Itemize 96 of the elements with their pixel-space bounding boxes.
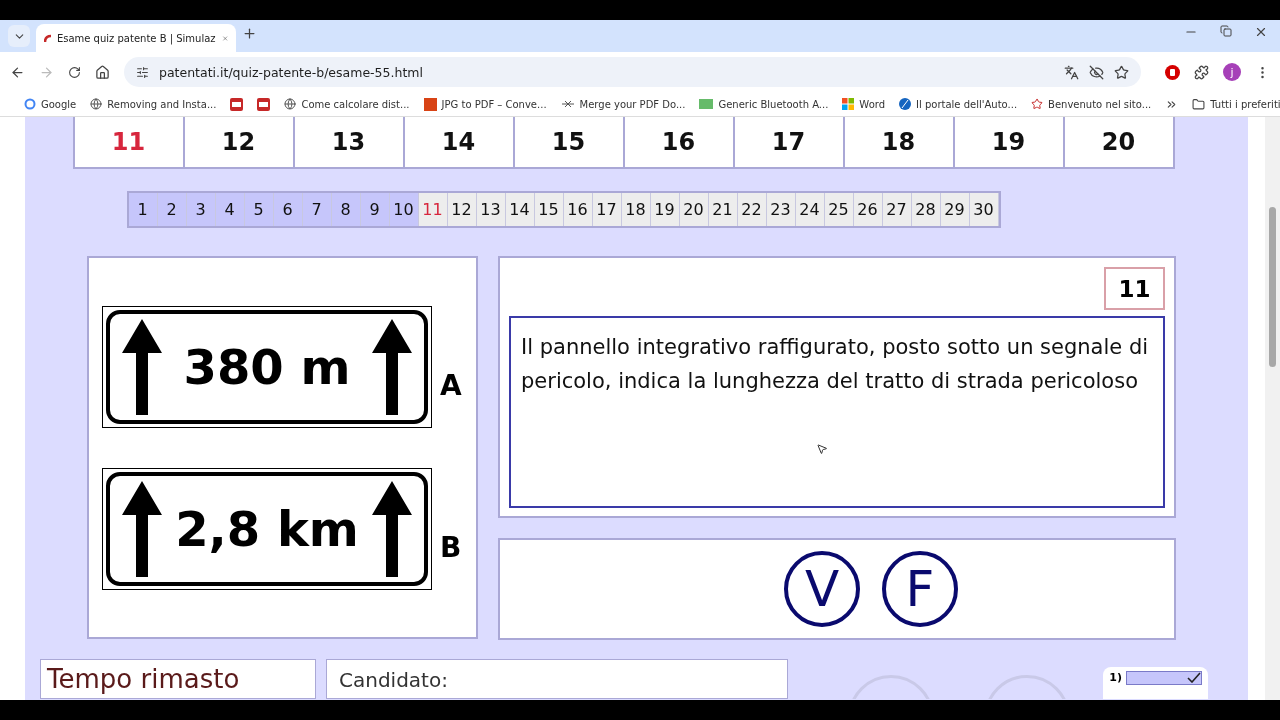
pager-item[interactable]: 23 <box>766 193 796 226</box>
pager-item[interactable]: 4 <box>215 193 245 226</box>
extensions-icon[interactable] <box>1194 64 1209 80</box>
pager-item[interactable]: 27 <box>882 193 912 226</box>
document-icon <box>257 97 271 111</box>
eye-off-icon[interactable] <box>1089 64 1104 80</box>
bookmark-link[interactable]: Google <box>41 98 77 110</box>
restore-icon[interactable] <box>1220 24 1232 37</box>
pager-item[interactable]: 24 <box>795 193 825 226</box>
timer-label: Tempo rimasto <box>40 659 316 699</box>
bookmark-link[interactable]: Word <box>859 98 886 110</box>
tab-title: Esame quiz patente B | Simulaz <box>56 32 216 44</box>
pager-item[interactable]: 5 <box>244 193 274 226</box>
bookmark-folder[interactable]: Tutti i preferiti <box>1210 98 1280 110</box>
star-icon <box>1031 98 1044 110</box>
arrow-up-icon <box>122 480 162 577</box>
folder-icon[interactable] <box>1192 97 1206 111</box>
answer-button[interactable]: F <box>882 551 958 627</box>
pager-item[interactable]: 3 <box>186 193 216 226</box>
document-icon <box>423 97 437 111</box>
bookmark-link[interactable]: Merge your PDF Do... <box>579 98 686 110</box>
home-icon[interactable] <box>95 64 110 80</box>
bookmark-link[interactable]: Benvenuto nel sito... <box>1048 98 1152 110</box>
document-icon <box>230 97 244 111</box>
pager-item[interactable]: 29 <box>940 193 970 226</box>
summary-index: 1) <box>1109 671 1122 684</box>
pager-item[interactable]: 9 <box>360 193 390 226</box>
pager-item[interactable]: 8 <box>331 193 361 226</box>
translate-icon[interactable] <box>1064 64 1079 80</box>
pager-item[interactable]: 18 <box>621 193 651 226</box>
question-number: 11 <box>1104 267 1165 310</box>
browser-tab[interactable]: Esame quiz patente B | Simulaz <box>36 24 236 52</box>
pager-item[interactable]: 25 <box>824 193 854 226</box>
question-number-tab[interactable]: 11 <box>72 117 185 169</box>
pager-item[interactable]: 15 <box>534 193 564 226</box>
windows-logo-icon <box>842 98 855 110</box>
pager-item[interactable]: 22 <box>737 193 767 226</box>
pager-item[interactable]: 16 <box>563 193 593 226</box>
question-number-tab[interactable]: 18 <box>844 117 955 169</box>
site-settings-icon[interactable] <box>136 65 149 79</box>
question-number-tab[interactable]: 17 <box>734 117 845 169</box>
stop-hand-icon[interactable] <box>1165 64 1180 80</box>
bookmark-link[interactable]: Il portale dell'Auto... <box>916 98 1018 110</box>
mouse-cursor-icon <box>816 443 828 455</box>
sign-text: 380 m <box>183 338 351 395</box>
image-icon <box>699 99 714 109</box>
pager-item[interactable]: 14 <box>505 193 535 226</box>
pager-item[interactable]: 11 <box>418 193 448 226</box>
scrollbar[interactable] <box>1265 117 1280 700</box>
pager-item[interactable]: 17 <box>592 193 622 226</box>
profile-avatar[interactable]: j <box>1223 63 1241 81</box>
pager-item[interactable]: 28 <box>911 193 941 226</box>
question-text: Il pannello integrativo raffigurato, posto sotto un segnale di pericolo, indica la lunghezza del tratto di strada pericoloso <box>509 316 1165 508</box>
candidate-label: Candidato: <box>326 659 788 699</box>
pager-item[interactable]: 26 <box>853 193 883 226</box>
pager-item[interactable]: 21 <box>708 193 738 226</box>
pager-item[interactable]: 10 <box>389 193 419 226</box>
question-number-tab[interactable]: 15 <box>514 117 625 169</box>
arrow-up-icon <box>372 318 412 415</box>
pager-item[interactable]: 20 <box>679 193 709 226</box>
url-text: patentati.it/quiz-patente-b/esame-55.html <box>159 64 424 80</box>
merge-icon <box>560 99 575 109</box>
bookmark-star-icon[interactable] <box>1114 64 1129 80</box>
pager-item[interactable]: 1 <box>128 193 158 226</box>
question-number-tab[interactable]: 14 <box>404 117 515 169</box>
question-number-tab[interactable]: 16 <box>624 117 735 169</box>
address-bar[interactable]: patentati.it/quiz-patente-b/esame-55.html <box>124 57 1141 87</box>
new-tab-icon[interactable] <box>242 26 257 41</box>
pager-item[interactable]: 6 <box>273 193 303 226</box>
bookmark-link[interactable]: Come calcolare dist... <box>301 98 410 110</box>
back-icon[interactable] <box>10 64 25 80</box>
bookmark-link[interactable]: Generic Bluetooth A... <box>718 98 829 110</box>
feather-icon <box>899 98 912 110</box>
answer-button[interactable]: V <box>784 551 860 627</box>
pager-item[interactable]: 19 <box>650 193 680 226</box>
pager-item[interactable]: 13 <box>476 193 506 226</box>
check-icon <box>1187 672 1201 683</box>
question-number-tab[interactable]: 20 <box>1064 117 1175 169</box>
bookmark-link[interactable]: JPG to PDF – Conve... <box>441 98 547 110</box>
google-icon <box>24 98 36 110</box>
question-number-tab[interactable]: 12 <box>184 117 295 169</box>
question-number-tab[interactable]: 19 <box>954 117 1065 169</box>
sign-label: B <box>440 530 462 564</box>
pager-item[interactable]: 7 <box>302 193 332 226</box>
pager-item[interactable]: 12 <box>447 193 477 226</box>
arrow-up-icon <box>122 318 162 415</box>
question-number-tab[interactable]: 13 <box>294 117 405 169</box>
pager-item[interactable]: 2 <box>157 193 187 226</box>
bookmark-link[interactable]: Removing and Insta... <box>107 98 217 110</box>
pager-item[interactable]: 30 <box>969 193 999 226</box>
sign-label: A <box>440 368 462 402</box>
sign-text: 2,8 km <box>175 500 359 557</box>
reload-icon[interactable] <box>68 65 81 79</box>
globe-icon <box>284 98 297 110</box>
globe-icon <box>90 98 103 110</box>
arrow-up-icon <box>372 480 412 577</box>
